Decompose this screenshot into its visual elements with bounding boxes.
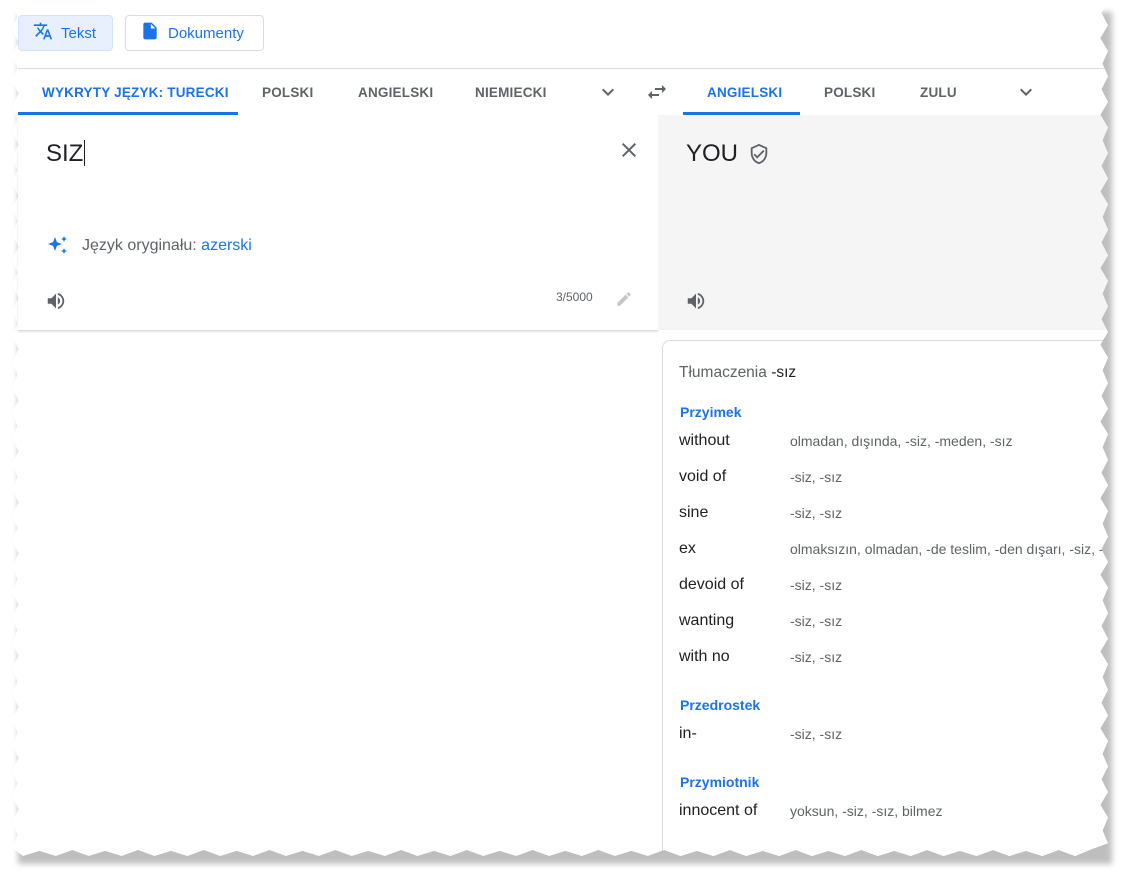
edit-button[interactable] xyxy=(614,289,634,309)
documents-mode-label: Dokumenty xyxy=(168,24,244,42)
target-language-more-button[interactable] xyxy=(1014,80,1038,104)
original-language-hint: Język oryginału: azerski xyxy=(46,234,252,258)
pos-heading: Przedrostek xyxy=(680,697,761,713)
tab-source-polish[interactable]: POLSKI xyxy=(262,69,313,115)
character-count: 3/5000 xyxy=(556,290,593,304)
language-bar: WYKRYTY JĘZYK: TURECKI POLSKI ANGIELSKI … xyxy=(18,68,1108,117)
listen-source-button[interactable] xyxy=(44,289,68,313)
document-icon xyxy=(140,21,160,45)
translation-term[interactable]: in- xyxy=(679,725,790,743)
back-translations: olmaksızın, olmadan, -de teslim, -den dı… xyxy=(790,541,1108,557)
close-icon xyxy=(622,143,636,157)
translation-entry: void of -siz, -sız xyxy=(679,465,1108,489)
translation-term[interactable]: ex xyxy=(679,540,790,558)
verified-shield-icon[interactable] xyxy=(748,143,770,165)
translation-term[interactable]: with no xyxy=(679,648,790,666)
tab-target-zulu[interactable]: ZULU xyxy=(920,69,957,115)
tab-label: POLSKI xyxy=(262,84,314,100)
translation-entry: ex olmaksızın, olmadan, -de teslim, -den … xyxy=(679,537,1108,561)
translation-term[interactable]: innocent of xyxy=(679,802,790,820)
text-mode-button[interactable]: Tekst xyxy=(18,15,113,51)
source-panel: SIZ Język oryginału: azerski 3/5000 xyxy=(18,115,658,331)
translation-term[interactable]: sine xyxy=(679,504,790,522)
translation-output: YOU xyxy=(686,140,770,168)
tab-target-english[interactable]: ANGIELSKI xyxy=(683,69,800,115)
tab-label: WYKRYTY JĘZYK: TURECKI xyxy=(42,84,229,100)
tab-detected-language[interactable]: WYKRYTY JĘZYK: TURECKI xyxy=(18,69,238,115)
translation-text: YOU xyxy=(686,140,739,167)
back-translations: -siz, -sız xyxy=(790,613,843,629)
translation-term[interactable]: devoid of xyxy=(679,576,790,594)
translate-page: Tekst Dokumenty WYKRYTY JĘZYK: TURECKI P… xyxy=(12,4,1108,856)
back-translations: olmadan, dışında, -siz, -meden, -sız xyxy=(790,433,1013,449)
pos-heading: Przymiotnik xyxy=(680,774,760,790)
translation-entry: devoid of -siz, -sız xyxy=(679,573,1108,597)
speaker-icon xyxy=(687,292,705,310)
listen-translation-button[interactable] xyxy=(684,289,708,313)
translation-entry: sine -siz, -sız xyxy=(679,501,1108,525)
back-translations: -siz, -sız xyxy=(790,577,843,593)
documents-mode-button[interactable]: Dokumenty xyxy=(125,15,264,51)
translations-word: -sız xyxy=(771,364,797,381)
translation-entry: without olmadan, dışında, -siz, -meden, -… xyxy=(679,429,1108,453)
tab-label: NIEMIECKI xyxy=(475,84,547,100)
translation-entry: wanting -siz, -sız xyxy=(679,609,1108,633)
tab-label: POLSKI xyxy=(824,84,876,100)
translation-entry: with no -siz, -sız xyxy=(679,645,1108,669)
swap-languages-button[interactable] xyxy=(645,80,669,104)
translation-term[interactable]: without xyxy=(679,432,790,450)
target-panel: YOU xyxy=(658,115,1108,330)
text-mode-label: Tekst xyxy=(61,24,97,42)
tab-label: ZULU xyxy=(920,84,957,100)
translation-entry: innocent of yoksun, -siz, -sız, bilmez xyxy=(679,799,1108,823)
back-translations: -siz, -sız xyxy=(790,726,843,742)
sparkle-icon xyxy=(48,236,67,254)
back-translations: -siz, -sız xyxy=(790,649,843,665)
translate-icon xyxy=(33,21,53,45)
source-text-value: SIZ xyxy=(46,140,84,167)
tab-source-english[interactable]: ANGIELSKI xyxy=(358,69,433,115)
swap-icon xyxy=(648,85,666,99)
speaker-icon xyxy=(47,292,65,310)
source-text-input[interactable]: SIZ xyxy=(46,140,86,168)
back-translations: -siz, -sız xyxy=(790,505,843,521)
back-translations: -siz, -sız xyxy=(790,469,843,485)
chevron-down-icon xyxy=(1020,88,1032,96)
back-translations: yoksun, -siz, -sız, bilmez xyxy=(790,803,943,819)
text-cursor xyxy=(84,140,86,166)
translation-term[interactable]: void of xyxy=(679,468,790,486)
tab-target-polish[interactable]: POLSKI xyxy=(824,69,875,115)
clear-text-button[interactable] xyxy=(617,138,641,162)
translations-card: Tłumaczenia -sız Przyimek without olmadan… xyxy=(662,340,1108,856)
pos-heading: Przyimek xyxy=(680,404,742,420)
source-language-more-button[interactable] xyxy=(596,80,620,104)
original-language-link[interactable]: azerski xyxy=(201,237,252,254)
translations-title: Tłumaczenia -sız xyxy=(679,364,796,382)
original-language-label: Język oryginału: xyxy=(82,237,197,254)
tab-label: ANGIELSKI xyxy=(707,84,783,100)
translations-title-label: Tłumaczenia xyxy=(679,364,767,381)
translation-term[interactable]: wanting xyxy=(679,612,790,630)
chevron-down-icon xyxy=(602,88,614,96)
pencil-icon xyxy=(617,292,631,306)
translation-entry: in- -siz, -sız xyxy=(679,722,1108,746)
tab-label: ANGIELSKI xyxy=(358,84,434,100)
tab-source-german[interactable]: NIEMIECKI xyxy=(475,69,547,115)
